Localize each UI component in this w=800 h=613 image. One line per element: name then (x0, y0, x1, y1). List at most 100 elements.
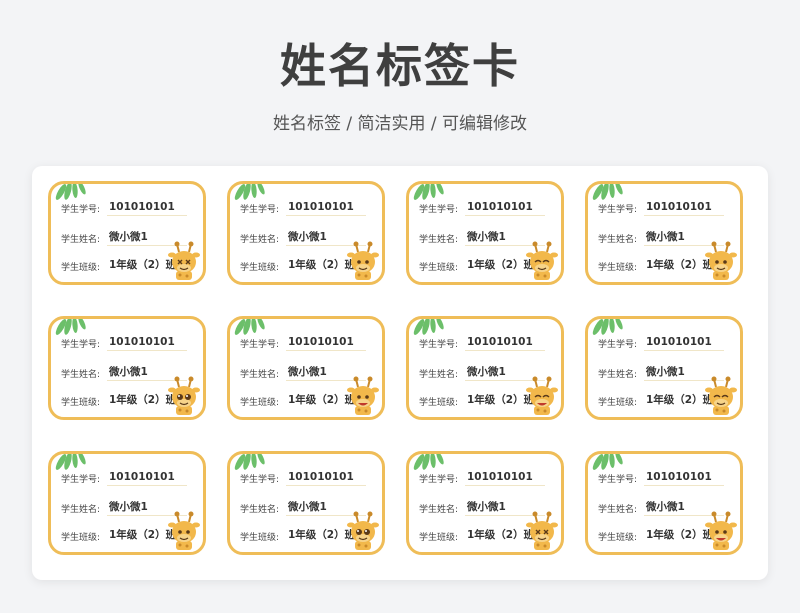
student-name-value: 微小微1 (288, 231, 327, 243)
student-name-row: 学生姓名: 微小微1 (240, 228, 366, 246)
student-id-row: 学生学号: 101010101 (240, 333, 366, 351)
student-name-value: 微小微1 (467, 231, 506, 243)
name-tag-card: 学生学号: 101010101 学生姓名: 微小微1 学生班级: 1年级（2）班 (48, 316, 206, 420)
student-id-row: 学生学号: 101010101 (240, 468, 366, 486)
giraffe-icon (167, 375, 201, 415)
student-id-row: 学生学号: 101010101 (598, 468, 724, 486)
student-id-value: 101010101 (467, 336, 533, 348)
student-class-label: 学生班级: (598, 398, 638, 408)
student-id-value: 101010101 (288, 471, 354, 483)
student-id-value: 101010101 (646, 201, 712, 213)
student-name-row: 学生姓名: 微小微1 (598, 363, 724, 381)
student-id-row: 学生学号: 101010101 (419, 468, 545, 486)
name-tag-card: 学生学号: 101010101 学生姓名: 微小微1 学生班级: 1年级（2）班 (227, 316, 385, 420)
student-class-label: 学生班级: (419, 263, 459, 273)
divider (107, 215, 187, 216)
student-class-label: 学生班级: (240, 533, 280, 543)
student-name-row: 学生姓名: 微小微1 (240, 363, 366, 381)
student-name-row: 学生姓名: 微小微1 (61, 498, 187, 516)
student-id-value: 101010101 (109, 201, 175, 213)
label-card-sheet: 学生学号: 101010101 学生姓名: 微小微1 学生班级: 1年级（2）班 学生学号:… (32, 166, 768, 580)
divider (644, 215, 724, 216)
divider (465, 215, 545, 216)
giraffe-icon (346, 375, 380, 415)
divider (644, 485, 724, 486)
student-class-label: 学生班级: (419, 398, 459, 408)
student-name-row: 学生姓名: 微小微1 (61, 228, 187, 246)
giraffe-icon (704, 240, 738, 280)
student-name-row: 学生姓名: 微小微1 (419, 363, 545, 381)
divider (644, 350, 724, 351)
name-tag-card: 学生学号: 101010101 学生姓名: 微小微1 学生班级: 1年级（2）班 (227, 451, 385, 555)
giraffe-icon (167, 510, 201, 550)
student-id-row: 学生学号: 101010101 (61, 468, 187, 486)
student-name-value: 微小微1 (109, 231, 148, 243)
divider (465, 485, 545, 486)
student-class-label: 学生班级: (598, 533, 638, 543)
divider (465, 350, 545, 351)
name-tag-card: 学生学号: 101010101 学生姓名: 微小微1 学生班级: 1年级（2）班 (227, 181, 385, 285)
student-id-value: 101010101 (467, 201, 533, 213)
student-name-label: 学生姓名: (61, 505, 101, 515)
student-class-label: 学生班级: (61, 263, 101, 273)
student-id-row: 学生学号: 101010101 (419, 333, 545, 351)
student-name-label: 学生姓名: (598, 505, 638, 515)
student-name-label: 学生姓名: (419, 505, 459, 515)
student-name-value: 微小微1 (467, 501, 506, 513)
student-id-label: 学生学号: (240, 340, 280, 350)
student-id-value: 101010101 (109, 471, 175, 483)
student-class-label: 学生班级: (61, 533, 101, 543)
student-name-value: 微小微1 (646, 366, 685, 378)
student-id-value: 101010101 (646, 471, 712, 483)
student-id-row: 学生学号: 101010101 (598, 333, 724, 351)
student-name-label: 学生姓名: (598, 235, 638, 245)
student-id-value: 101010101 (109, 336, 175, 348)
student-id-row: 学生学号: 101010101 (240, 198, 366, 216)
student-class-row: 学生班级: 1年级（2）班 (598, 391, 718, 409)
giraffe-icon (525, 510, 559, 550)
student-name-value: 微小微1 (109, 366, 148, 378)
student-id-label: 学生学号: (240, 475, 280, 485)
student-id-label: 学生学号: (419, 205, 459, 215)
student-name-row: 学生姓名: 微小微1 (419, 228, 545, 246)
student-name-value: 微小微1 (109, 501, 148, 513)
student-name-row: 学生姓名: 微小微1 (61, 363, 187, 381)
student-class-row: 学生班级: 1年级（2）班 (61, 526, 181, 544)
student-id-label: 学生学号: (419, 475, 459, 485)
student-id-label: 学生学号: (598, 475, 638, 485)
giraffe-icon (704, 510, 738, 550)
student-class-row: 学生班级: 1年级（2）班 (240, 526, 360, 544)
student-name-label: 学生姓名: (598, 370, 638, 380)
student-id-row: 学生学号: 101010101 (61, 198, 187, 216)
student-name-value: 微小微1 (288, 501, 327, 513)
student-class-row: 学生班级: 1年级（2）班 (419, 526, 539, 544)
giraffe-icon (167, 240, 201, 280)
student-name-label: 学生姓名: (61, 235, 101, 245)
student-name-value: 微小微1 (646, 231, 685, 243)
student-class-row: 学生班级: 1年级（2）班 (419, 256, 539, 274)
student-name-row: 学生姓名: 微小微1 (419, 498, 545, 516)
student-name-label: 学生姓名: (419, 235, 459, 245)
student-id-label: 学生学号: (598, 340, 638, 350)
student-class-row: 学生班级: 1年级（2）班 (61, 256, 181, 274)
student-name-value: 微小微1 (288, 366, 327, 378)
student-class-row: 学生班级: 1年级（2）班 (240, 391, 360, 409)
name-tag-card: 学生学号: 101010101 学生姓名: 微小微1 学生班级: 1年级（2）班 (585, 451, 743, 555)
student-name-row: 学生姓名: 微小微1 (598, 228, 724, 246)
student-id-row: 学生学号: 101010101 (61, 333, 187, 351)
student-id-label: 学生学号: (61, 205, 101, 215)
student-id-row: 学生学号: 101010101 (598, 198, 724, 216)
student-class-row: 学生班级: 1年级（2）班 (61, 391, 181, 409)
student-name-label: 学生姓名: (61, 370, 101, 380)
giraffe-icon (525, 375, 559, 415)
student-name-value: 微小微1 (646, 501, 685, 513)
student-class-label: 学生班级: (598, 263, 638, 273)
student-id-label: 学生学号: (61, 340, 101, 350)
student-id-label: 学生学号: (61, 475, 101, 485)
name-tag-card: 学生学号: 101010101 学生姓名: 微小微1 学生班级: 1年级（2）班 (585, 181, 743, 285)
name-tag-card: 学生学号: 101010101 学生姓名: 微小微1 学生班级: 1年级（2）班 (585, 316, 743, 420)
student-id-value: 101010101 (646, 336, 712, 348)
student-name-row: 学生姓名: 微小微1 (598, 498, 724, 516)
student-name-label: 学生姓名: (240, 235, 280, 245)
divider (286, 485, 366, 486)
